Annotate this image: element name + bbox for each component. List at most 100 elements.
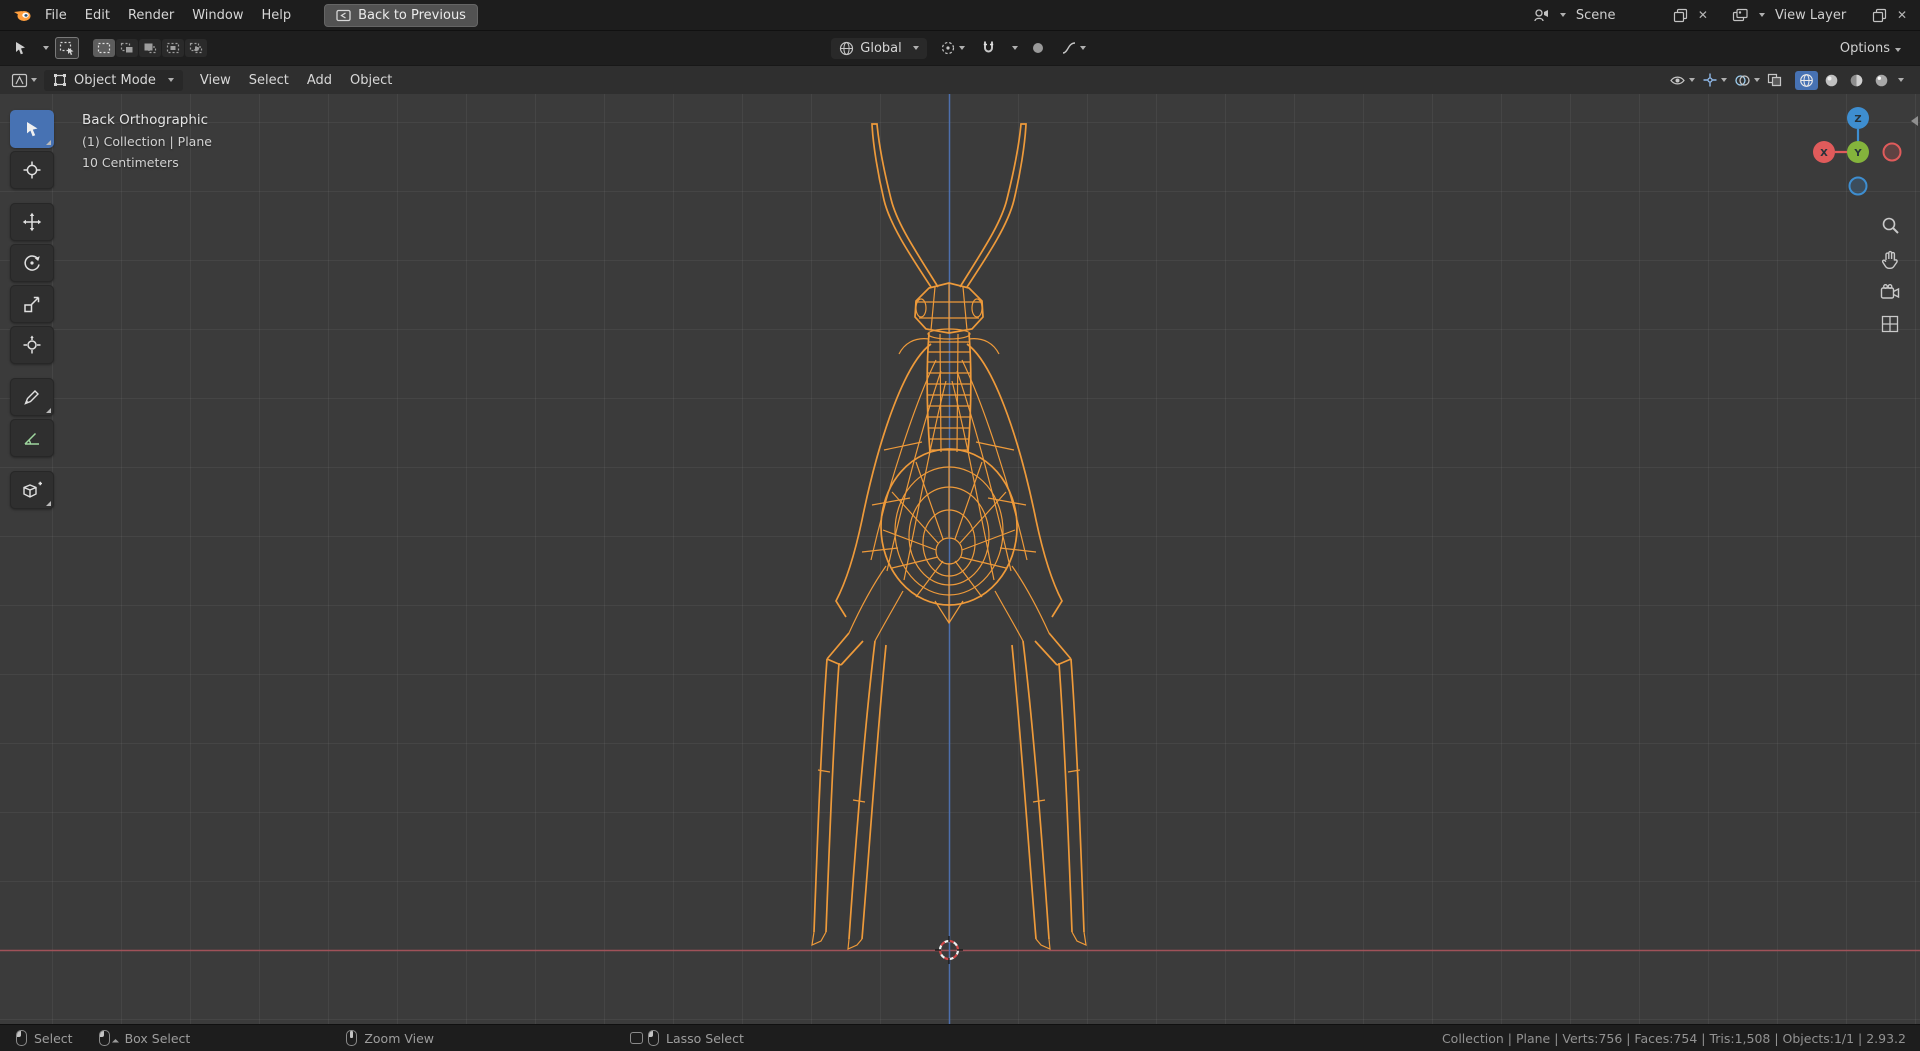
proportional-falloff-dropdown[interactable] bbox=[1058, 39, 1089, 57]
viewport-header: Object Mode View Select Add Object bbox=[0, 65, 1920, 94]
pivot-point-dropdown[interactable] bbox=[937, 38, 968, 58]
pivot-point-icon bbox=[940, 40, 956, 56]
orientation-label: Global bbox=[860, 40, 902, 56]
select-mode-intersect-icon[interactable] bbox=[185, 39, 207, 57]
hint-box-select-label: Box Select bbox=[124, 1030, 191, 1046]
remove-view-layer-icon[interactable]: ✕ bbox=[1894, 7, 1910, 23]
gizmo-z-label: Z bbox=[1854, 114, 1861, 125]
tool-transform-button[interactable] bbox=[10, 326, 54, 364]
gizmo-icon bbox=[1703, 73, 1717, 87]
menu-select[interactable]: Select bbox=[240, 69, 298, 92]
select-box-icon bbox=[59, 41, 74, 55]
snap-settings-chevron-icon[interactable] bbox=[1011, 46, 1018, 50]
view-control-buttons bbox=[1880, 216, 1900, 333]
hint-zoom-view-label: Zoom View bbox=[364, 1030, 435, 1046]
object-visibility-dropdown[interactable] bbox=[1667, 72, 1697, 89]
mode-label: Object Mode bbox=[74, 72, 156, 88]
show-gizmo-dropdown[interactable] bbox=[1700, 70, 1729, 90]
scene-browse-icon[interactable] bbox=[1530, 6, 1553, 25]
back-to-previous-label: Back to Previous bbox=[358, 7, 466, 23]
editor-type-dropdown[interactable] bbox=[8, 71, 40, 90]
tweak-tool-button[interactable] bbox=[55, 37, 79, 59]
shading-options-chevron-icon[interactable] bbox=[1898, 78, 1904, 82]
chevron-down-icon bbox=[1689, 78, 1695, 82]
view-layer-name-field[interactable]: View Layer bbox=[1769, 6, 1865, 25]
mode-dropdown[interactable]: Object Mode bbox=[44, 69, 183, 91]
scale-tool-icon bbox=[22, 294, 42, 314]
active-tool-icon[interactable] bbox=[10, 38, 34, 58]
tool-add-cube-button[interactable] bbox=[10, 471, 54, 509]
gizmo-negx-ball[interactable] bbox=[1882, 142, 1902, 162]
select-mode-extend-icon[interactable] bbox=[116, 39, 138, 57]
select-mode-invert-icon[interactable] bbox=[162, 39, 184, 57]
xray-toggle-button[interactable] bbox=[1765, 71, 1784, 89]
shading-rendered-button[interactable] bbox=[1870, 71, 1893, 90]
tool-rotate-button[interactable] bbox=[10, 244, 54, 282]
mmb-icon bbox=[346, 1030, 358, 1046]
unlink-scene-icon[interactable]: ✕ bbox=[1695, 7, 1711, 23]
options-dropdown[interactable]: Options bbox=[1831, 37, 1910, 60]
orientation-globe-icon bbox=[839, 41, 854, 56]
context-path-label: (1) Collection | Plane bbox=[82, 134, 212, 149]
tool-column bbox=[10, 110, 54, 509]
tool-select-box-button[interactable] bbox=[10, 110, 54, 148]
hint-select: Select bbox=[16, 1030, 73, 1046]
shading-wireframe-button[interactable] bbox=[1795, 70, 1818, 90]
chevron-down-icon bbox=[1754, 78, 1760, 82]
shading-material-button[interactable] bbox=[1845, 71, 1868, 90]
tool-annotate-button[interactable] bbox=[10, 378, 54, 416]
gizmo-x-label: X bbox=[1820, 148, 1828, 159]
chevron-down-icon bbox=[1758, 13, 1765, 17]
tool-move-button[interactable] bbox=[10, 203, 54, 241]
menu-file[interactable]: File bbox=[36, 4, 76, 27]
tool-settings-left bbox=[10, 37, 831, 59]
blender-logo-icon[interactable] bbox=[10, 5, 36, 25]
back-to-previous-button[interactable]: Back to Previous bbox=[324, 3, 478, 27]
new-view-layer-icon[interactable] bbox=[1869, 6, 1890, 25]
pan-hand-icon[interactable] bbox=[1881, 250, 1899, 269]
menu-view[interactable]: View bbox=[191, 69, 240, 92]
axis-gizmo[interactable]: Z X Y bbox=[1808, 104, 1908, 204]
hint-lasso-select-label: Lasso Select bbox=[666, 1030, 744, 1046]
menu-edit[interactable]: Edit bbox=[76, 4, 119, 27]
select-mode-subtract-icon[interactable] bbox=[139, 39, 161, 57]
proportional-circle-icon bbox=[1032, 43, 1043, 53]
shading-solid-button[interactable] bbox=[1820, 71, 1843, 90]
view-layer-browse-icon[interactable] bbox=[1729, 6, 1752, 25]
tool-settings-center: Global bbox=[831, 37, 1089, 59]
new-scene-icon[interactable] bbox=[1670, 6, 1691, 25]
tool-cursor-button[interactable] bbox=[10, 151, 54, 189]
proportional-editing-toggle[interactable] bbox=[1028, 39, 1048, 57]
xray-icon bbox=[1767, 73, 1782, 87]
menu-object[interactable]: Object bbox=[341, 69, 401, 92]
show-overlays-dropdown[interactable] bbox=[1732, 72, 1762, 89]
camera-view-icon[interactable] bbox=[1880, 284, 1900, 300]
viewport-3d[interactable]: Back Orthographic (1) Collection | Plane… bbox=[0, 94, 1920, 1024]
hint-box-select: Box Select bbox=[98, 1030, 191, 1046]
back-icon bbox=[336, 9, 351, 22]
snap-toggle-button[interactable] bbox=[978, 38, 999, 58]
shading-wireframe-icon bbox=[1799, 73, 1814, 88]
sidebar-toggle-arrow[interactable] bbox=[1911, 116, 1918, 126]
view-layer-name: View Layer bbox=[1774, 7, 1847, 23]
ortho-grid-icon[interactable] bbox=[1881, 315, 1899, 333]
menu-help[interactable]: Help bbox=[253, 4, 301, 27]
tool-measure-button[interactable] bbox=[10, 419, 54, 457]
scene-name-field[interactable]: Scene bbox=[1570, 6, 1666, 25]
gizmo-negz-ball[interactable] bbox=[1848, 176, 1868, 196]
menu-render[interactable]: Render bbox=[119, 4, 183, 27]
zoom-icon[interactable] bbox=[1881, 216, 1900, 235]
menu-window[interactable]: Window bbox=[183, 4, 252, 27]
mesh-right-side bbox=[951, 123, 1087, 950]
select-mode-new-icon[interactable] bbox=[93, 39, 115, 57]
shading-solid-icon bbox=[1825, 74, 1838, 86]
chevron-down-icon bbox=[1079, 46, 1086, 50]
tool-scale-button[interactable] bbox=[10, 285, 54, 323]
menu-add[interactable]: Add bbox=[298, 69, 341, 92]
shading-rendered-icon bbox=[1875, 74, 1888, 86]
mesh-left-side bbox=[811, 123, 947, 950]
modifier-key-icon bbox=[630, 1032, 644, 1044]
transform-orientation-dropdown[interactable]: Global bbox=[831, 37, 927, 59]
shading-mode-group bbox=[1795, 70, 1904, 90]
drag-mark-icon bbox=[111, 1038, 119, 1046]
